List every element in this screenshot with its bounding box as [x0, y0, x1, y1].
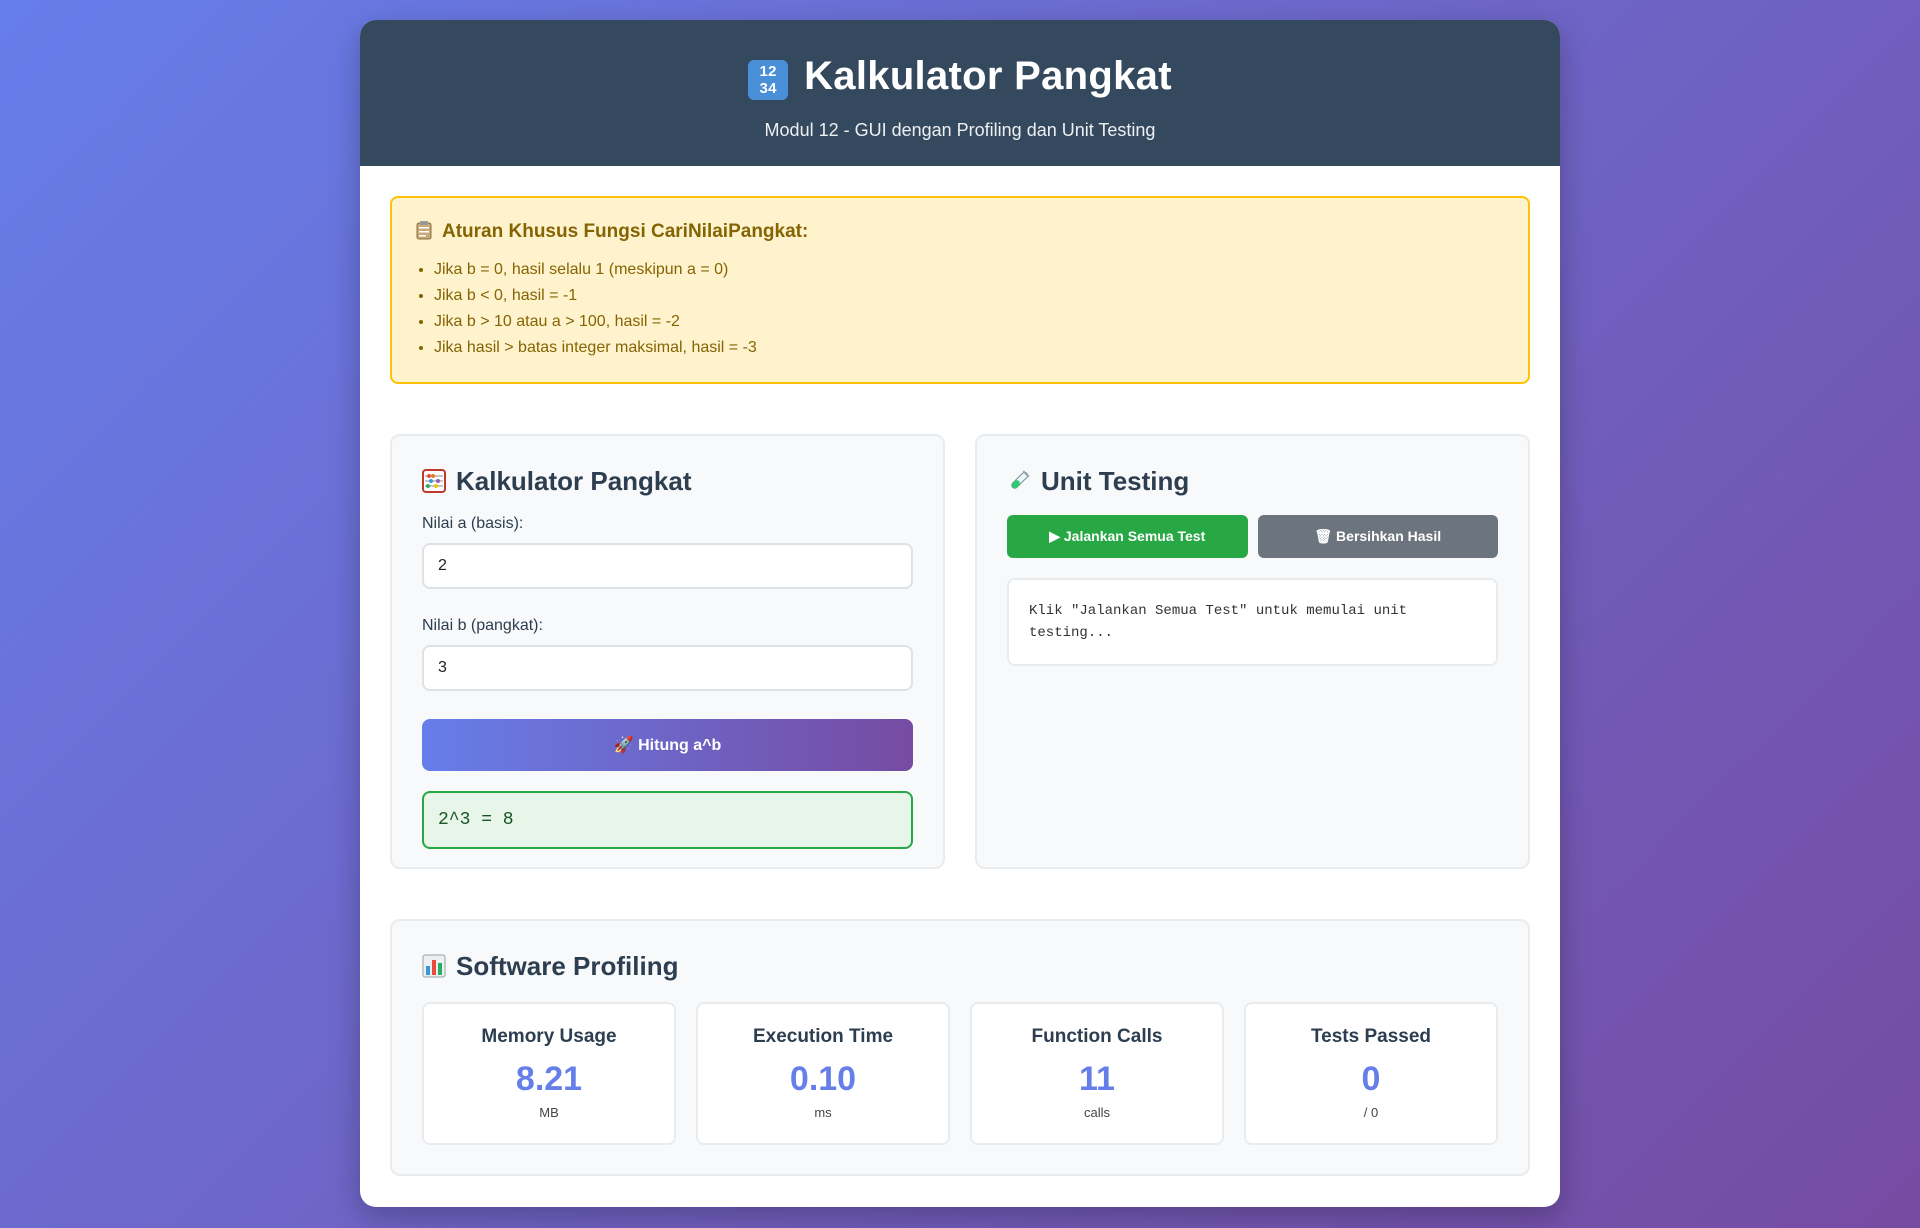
app-container: 12 34 Kalkulator Pangkat Modul 12 - GUI de… [360, 20, 1560, 1207]
clipboard-icon [416, 221, 432, 240]
stat-card-memory: Memory Usage 8.21 MB [422, 1002, 676, 1145]
abacus-icon [422, 469, 446, 493]
rule-item: Jika hasil > batas integer maksimal, has… [434, 335, 1504, 361]
rule-item: Jika b = 0, hasil selalu 1 (meskipun a =… [434, 257, 1504, 283]
stat-unit: / 0 [1363, 1105, 1379, 1120]
calculator-panel: Kalkulator Pangkat Nilai a (basis): Nila… [390, 434, 945, 869]
rules-box: Aturan Khusus Fungsi CariNilaiPangkat: J… [390, 196, 1530, 384]
stat-unit: MB [539, 1105, 559, 1120]
page-title: 12 34 Kalkulator Pangkat [360, 54, 1560, 100]
stat-card-function-calls: Function Calls 11 calls [970, 1002, 1224, 1145]
stat-label: Tests Passed [1310, 1026, 1432, 1047]
panels-row: Kalkulator Pangkat Nilai a (basis): Nila… [390, 434, 1530, 869]
testing-title: Unit Testing [1007, 466, 1498, 497]
stats-grid: Memory Usage 8.21 MB Execution Time 0.10… [422, 1002, 1498, 1145]
bar-chart-icon [422, 954, 446, 978]
test-buttons: ▶ Jalankan Semua Test 🗑 Bersihkan Hasil [1007, 515, 1498, 558]
profiling-section: Software Profiling Memory Usage 8.21 MB … [390, 919, 1530, 1176]
profiling-title: Software Profiling [422, 951, 1498, 982]
rules-list: Jika b = 0, hasil selalu 1 (meskipun a =… [416, 257, 1504, 361]
main-content: Aturan Khusus Fungsi CariNilaiPangkat: J… [360, 166, 1560, 1206]
clear-results-button[interactable]: 🗑 Bersihkan Hasil [1257, 515, 1498, 558]
rule-item: Jika b > 10 atau a > 100, hasil = -2 [434, 309, 1504, 335]
test-output: Klik "Jalankan Semua Test" untuk memulai… [1007, 578, 1498, 666]
app-header: 12 34 Kalkulator Pangkat Modul 12 - GUI de… [360, 20, 1560, 166]
rules-title: Aturan Khusus Fungsi CariNilaiPangkat: [416, 220, 1504, 243]
stat-unit: calls [1083, 1105, 1110, 1120]
stat-unit: ms [814, 1105, 832, 1120]
stat-value: 8.21 [515, 1060, 583, 1098]
testing-panel: Unit Testing ▶ Jalankan Semua Test 🗑 Ber… [975, 434, 1530, 869]
stat-card-tests-passed: Tests Passed 0 / 0 [1244, 1002, 1498, 1145]
stat-value: 0 [1361, 1060, 1381, 1098]
input-a-field[interactable] [422, 543, 913, 589]
stat-value: 11 [1079, 1060, 1115, 1098]
input-b-field[interactable] [422, 645, 913, 691]
calculate-button[interactable]: 🚀 Hitung a^b [422, 719, 913, 771]
test-tube-icon [1011, 470, 1030, 489]
calculator-title: Kalkulator Pangkat [422, 466, 913, 497]
stat-value: 0.10 [789, 1060, 857, 1098]
rule-item: Jika b < 0, hasil = -1 [434, 283, 1504, 309]
input-a-label: Nilai a (basis): [422, 515, 524, 532]
run-tests-button[interactable]: ▶ Jalankan Semua Test [1007, 515, 1248, 558]
stat-card-execution-time: Execution Time 0.10 ms [696, 1002, 950, 1145]
1234-keycap-icon: 12 34 [748, 60, 789, 100]
stat-label: Function Calls [1031, 1026, 1163, 1047]
stat-label: Memory Usage [481, 1026, 617, 1047]
result-display: 2^3 = 8 [422, 791, 913, 849]
stat-label: Execution Time [752, 1026, 894, 1047]
page-subtitle: Modul 12 - GUI dengan Profiling dan Unit… [764, 120, 1156, 140]
input-b-label: Nilai b (pangkat): [422, 617, 543, 634]
